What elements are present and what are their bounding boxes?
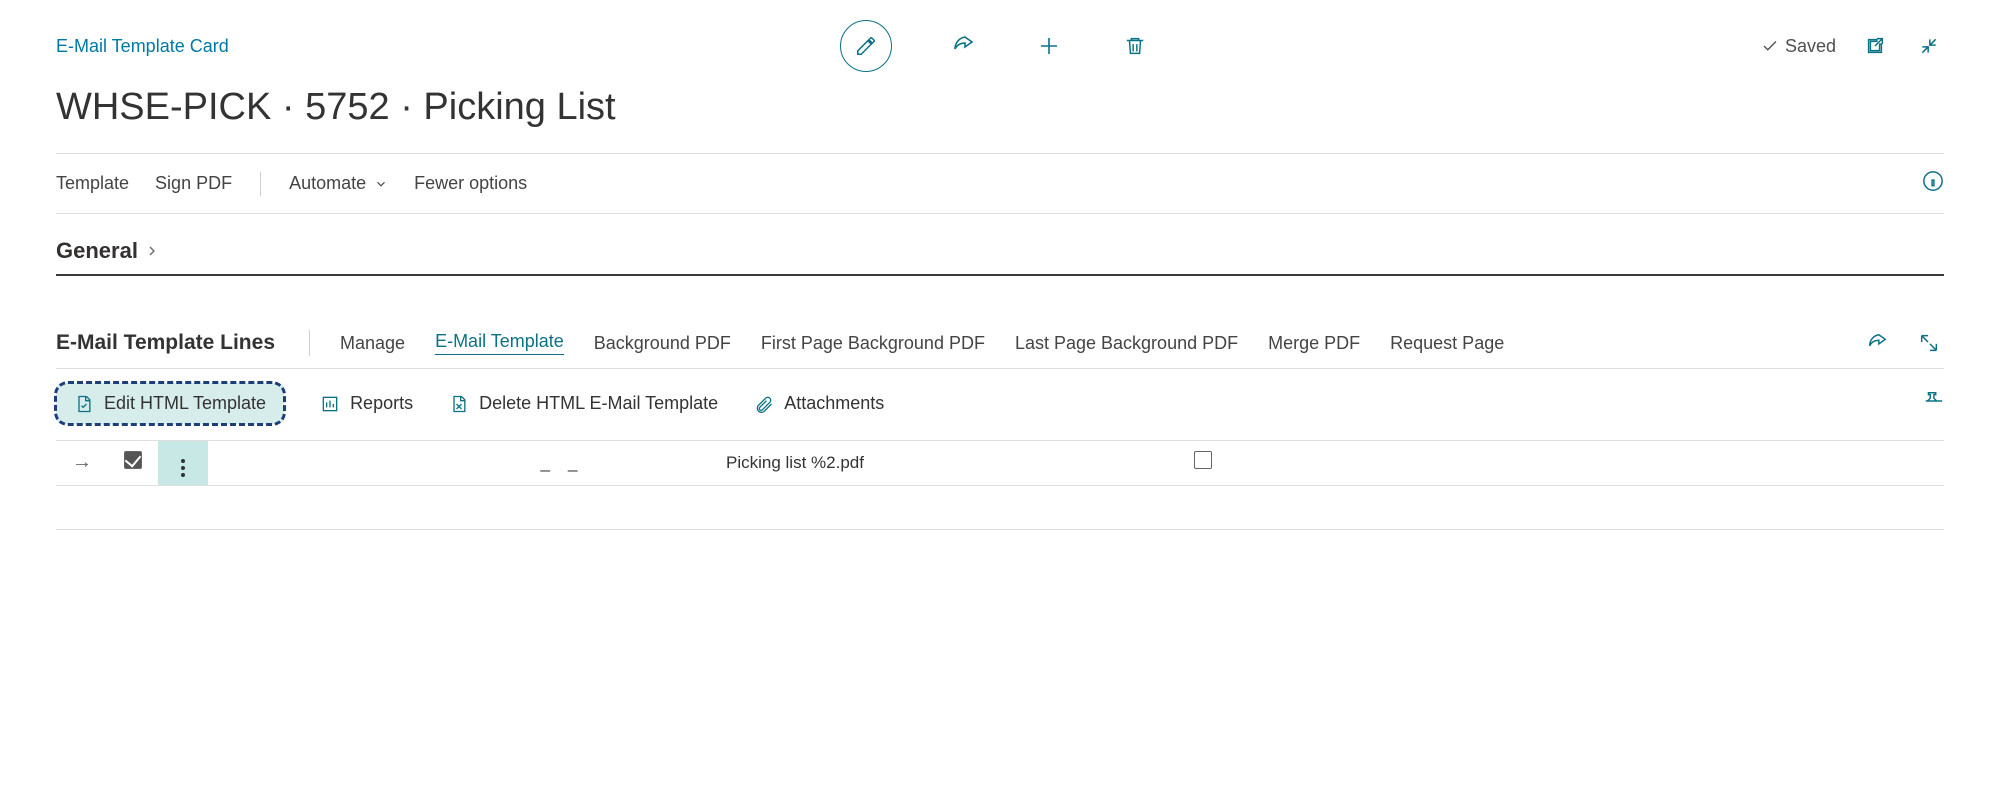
- reports-button[interactable]: Reports: [320, 393, 413, 414]
- row-selector[interactable]: →: [56, 441, 108, 485]
- fasttab-general-label: General: [56, 238, 138, 264]
- menu-fewer-options[interactable]: Fewer options: [414, 173, 527, 194]
- saved-indicator: Saved: [1761, 36, 1836, 57]
- delete-html-template-label: Delete HTML E-Mail Template: [479, 393, 718, 414]
- cell-empty-3[interactable]: [978, 441, 1148, 485]
- menu-sign-pdf[interactable]: Sign PDF: [155, 173, 232, 194]
- menu-automate[interactable]: Automate: [289, 173, 388, 194]
- tab-request-page[interactable]: Request Page: [1390, 333, 1504, 354]
- lines-action-bar: Edit HTML Template Reports Delete HTML E…: [56, 369, 1944, 441]
- attachment-icon: [754, 394, 774, 414]
- table-row[interactable]: → _ _ Picking list %2.pdf: [56, 441, 1944, 485]
- share-button[interactable]: [948, 31, 978, 61]
- cell-dash-1[interactable]: _: [488, 441, 558, 485]
- trash-icon: [1124, 35, 1146, 57]
- check-icon: [1761, 37, 1779, 55]
- lines-grid: → _ _ Picking list %2.pdf: [56, 441, 1944, 530]
- breadcrumb[interactable]: E-Mail Template Card: [56, 36, 229, 57]
- attachments-button[interactable]: Attachments: [754, 393, 884, 414]
- tab-background-pdf[interactable]: Background PDF: [594, 333, 731, 354]
- edit-html-template-label: Edit HTML Template: [104, 393, 266, 414]
- chevron-down-icon: [374, 177, 388, 191]
- expand-icon: [1918, 332, 1940, 354]
- tab-last-page-bg[interactable]: Last Page Background PDF: [1015, 333, 1238, 354]
- tab-merge-pdf[interactable]: Merge PDF: [1268, 333, 1360, 354]
- saved-label: Saved: [1785, 36, 1836, 57]
- kebab-menu-icon: [181, 459, 185, 477]
- edit-html-template-button[interactable]: Edit HTML Template: [56, 383, 284, 424]
- row-menu-cell[interactable]: [158, 441, 208, 485]
- cell-empty-2[interactable]: [348, 441, 488, 485]
- fasttab-general[interactable]: General: [56, 238, 1944, 276]
- share-icon: [951, 34, 975, 58]
- reports-label: Reports: [350, 393, 413, 414]
- table-row-empty[interactable]: [56, 485, 1944, 529]
- cell-empty-7[interactable]: [1778, 441, 1944, 485]
- popout-button[interactable]: [1860, 31, 1890, 61]
- cell-filename[interactable]: Picking list %2.pdf: [718, 441, 978, 485]
- tab-first-page-bg[interactable]: First Page Background PDF: [761, 333, 985, 354]
- checkbox-checked-icon: [124, 451, 142, 469]
- menu-bar: Template Sign PDF Automate Fewer options: [56, 154, 1944, 214]
- collapse-button[interactable]: [1914, 31, 1944, 61]
- page-title: WHSE-PICK · 5752 · Picking List: [56, 86, 1944, 129]
- arrow-right-icon: →: [72, 451, 92, 473]
- collapse-icon: [1919, 36, 1939, 56]
- tabs-separator: [309, 330, 310, 356]
- delete-button[interactable]: [1120, 31, 1150, 61]
- menu-template[interactable]: Template: [56, 173, 129, 194]
- info-icon: [1922, 170, 1944, 192]
- lines-share-button[interactable]: [1862, 328, 1892, 358]
- lines-section: E-Mail Template Lines Manage E-Mail Temp…: [56, 328, 1944, 530]
- cell-dash-2[interactable]: _: [558, 441, 718, 485]
- checkbox-empty-icon: [1194, 451, 1212, 469]
- cell-empty-1[interactable]: [208, 441, 348, 485]
- header-actions: [229, 20, 1761, 72]
- pencil-icon: [855, 35, 877, 57]
- info-button[interactable]: [1922, 170, 1944, 197]
- edit-template-icon: [74, 394, 94, 414]
- cell-empty-5[interactable]: [1408, 441, 1608, 485]
- edit-button[interactable]: [840, 20, 892, 72]
- new-button[interactable]: [1034, 31, 1064, 61]
- top-bar: E-Mail Template Card Saved: [56, 20, 1944, 72]
- share-icon: [1866, 332, 1888, 354]
- row-checkbox-cell[interactable]: [108, 441, 158, 485]
- lines-tabs: E-Mail Template Lines Manage E-Mail Temp…: [56, 328, 1944, 369]
- header-right: Saved: [1761, 31, 1944, 61]
- delete-html-template-button[interactable]: Delete HTML E-Mail Template: [449, 393, 718, 414]
- cell-empty-6[interactable]: [1608, 441, 1778, 485]
- reports-icon: [320, 394, 340, 414]
- attachments-label: Attachments: [784, 393, 884, 414]
- popout-icon: [1864, 35, 1886, 57]
- menu-automate-label: Automate: [289, 173, 366, 194]
- tab-email-template[interactable]: E-Mail Template: [435, 331, 564, 355]
- tab-manage[interactable]: Manage: [340, 333, 405, 354]
- lines-title: E-Mail Template Lines: [56, 331, 275, 355]
- pin-icon: [1922, 390, 1944, 412]
- cell-checkbox[interactable]: [1148, 441, 1258, 485]
- lines-expand-button[interactable]: [1914, 328, 1944, 358]
- cell-empty-4[interactable]: [1258, 441, 1408, 485]
- delete-template-icon: [449, 394, 469, 414]
- menu-separator: [260, 172, 261, 196]
- plus-icon: [1037, 34, 1061, 58]
- chevron-right-icon: [144, 243, 160, 259]
- pin-button[interactable]: [1922, 390, 1944, 417]
